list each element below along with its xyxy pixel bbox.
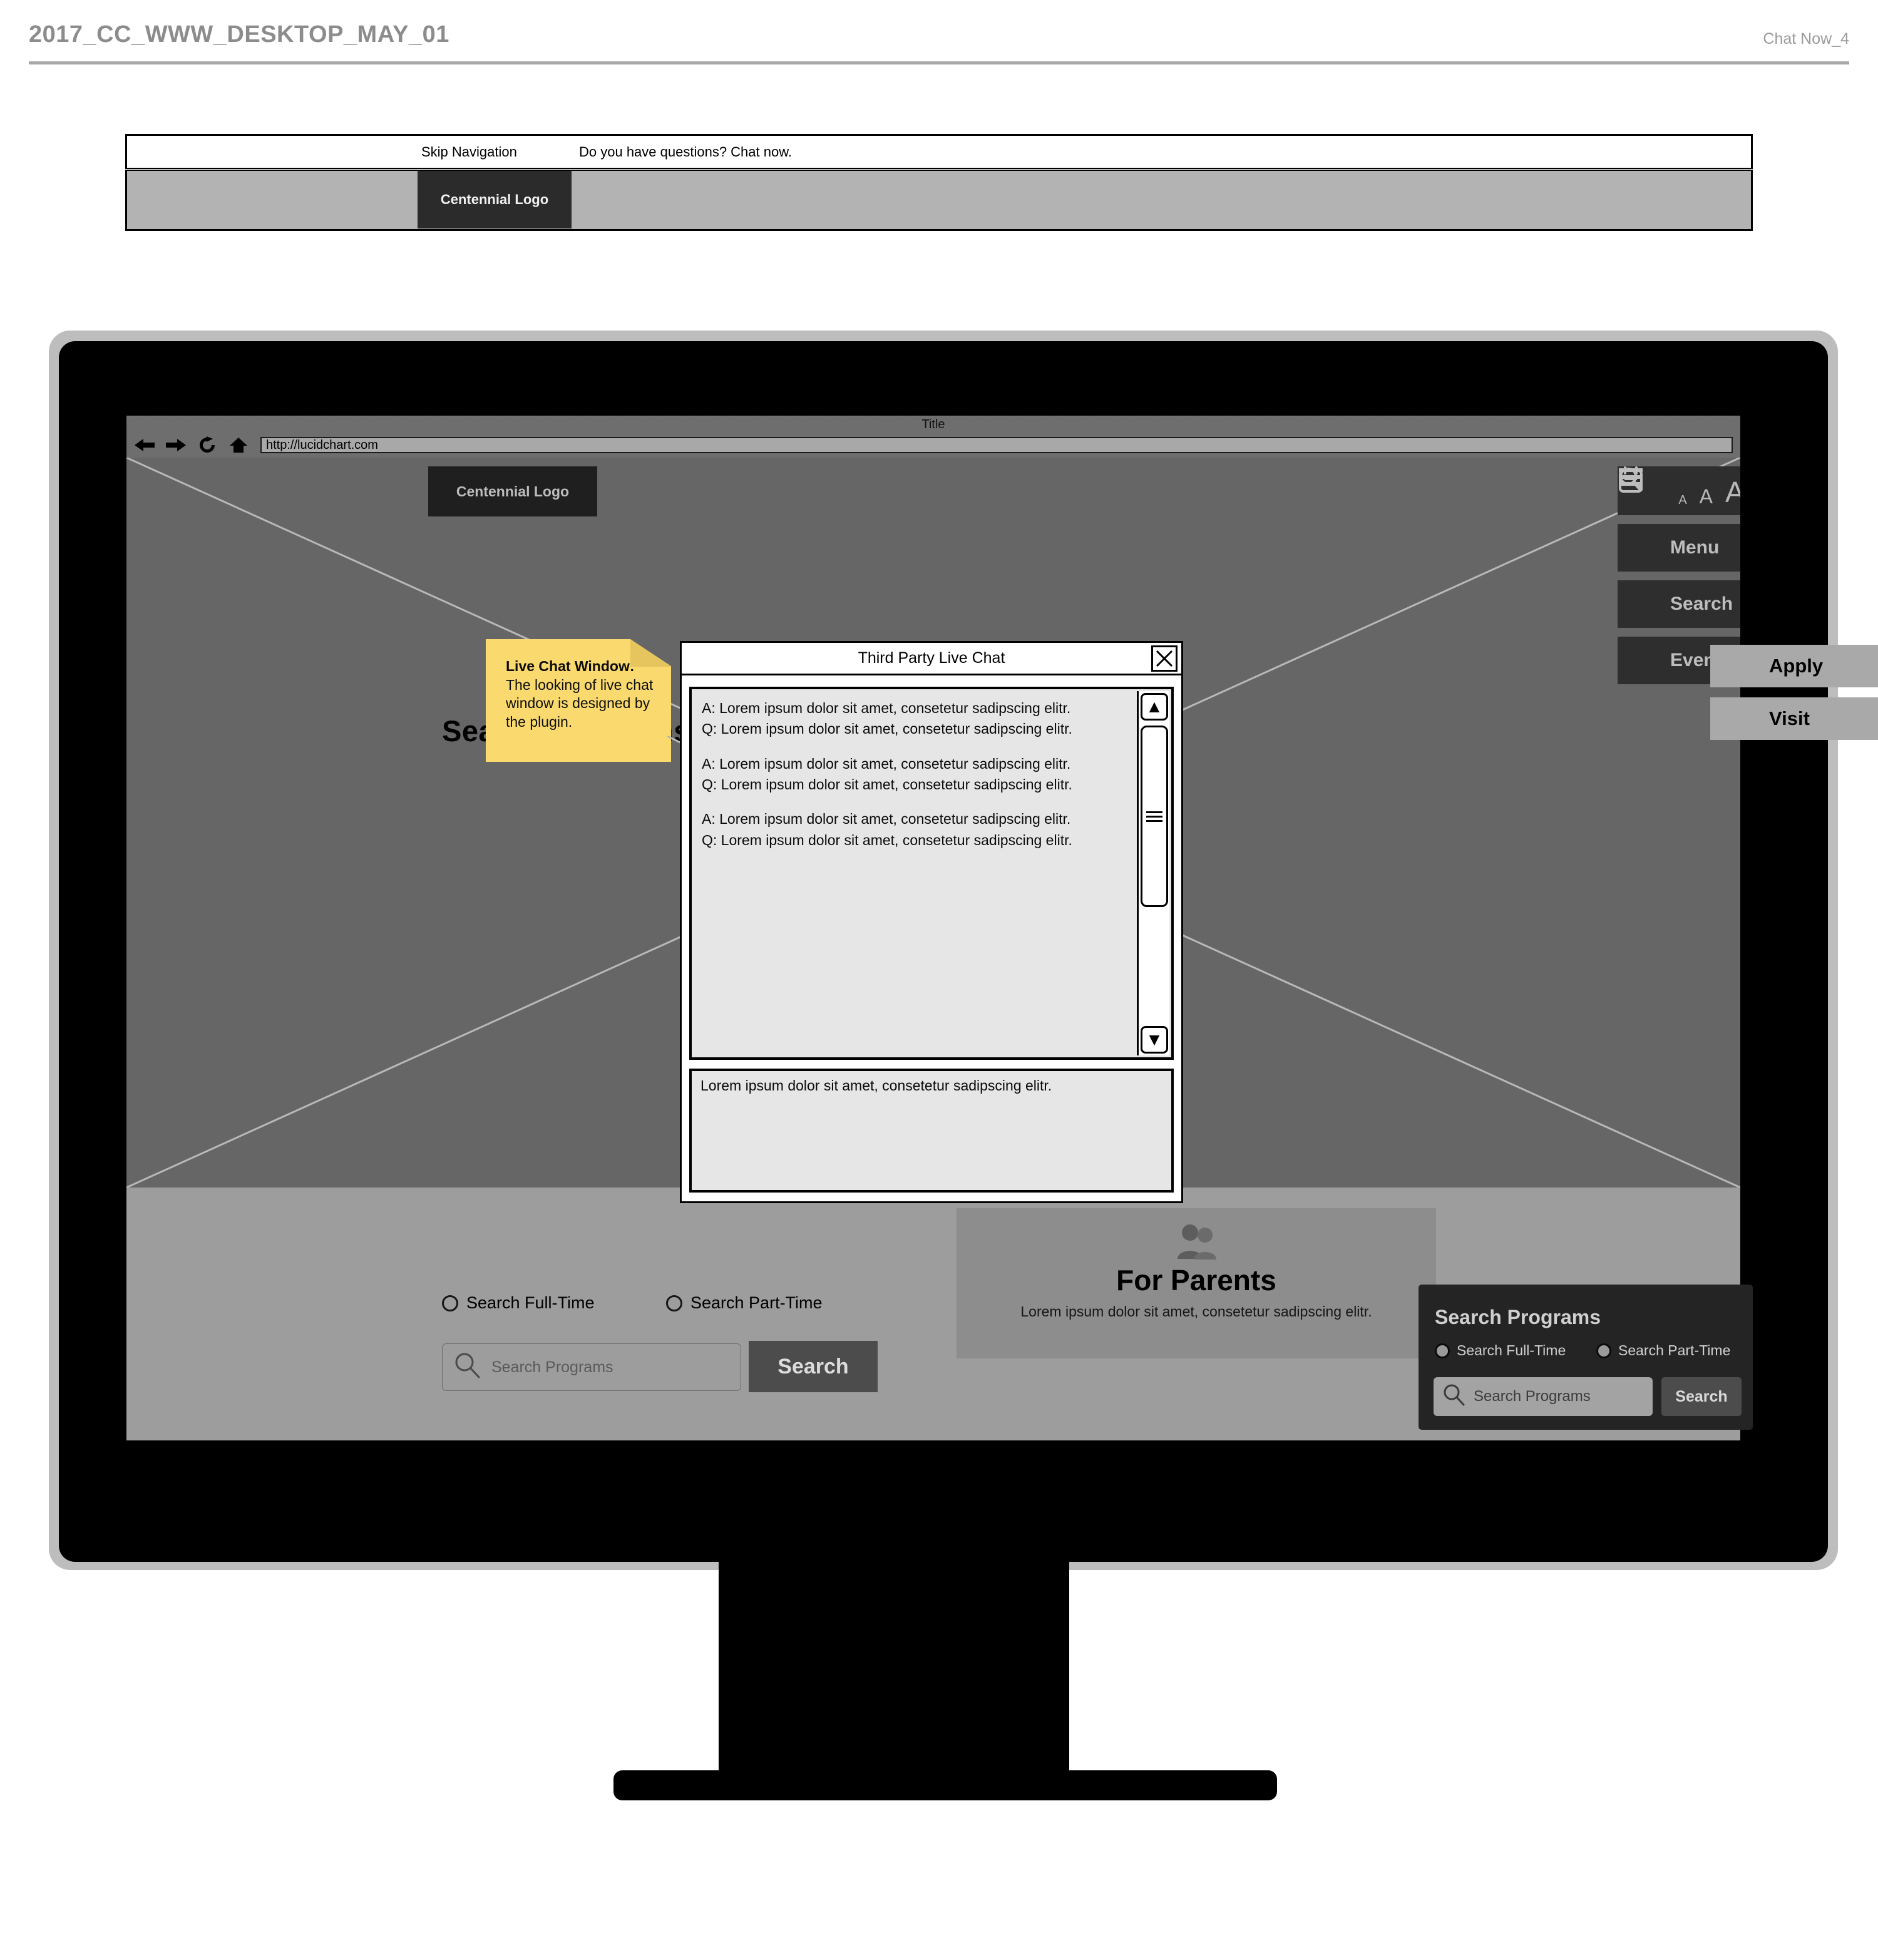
chat-dialog-title: Third Party Live Chat	[858, 649, 1005, 667]
people-icon	[957, 1223, 1436, 1261]
chat-message-question: Q: Lorem ipsum dolor sit amet, consetetu…	[702, 776, 1072, 793]
font-size-medium-button[interactable]: A	[1700, 486, 1713, 506]
document-revision-label: Chat Now_4	[1763, 30, 1849, 48]
scrollbar-thumb[interactable]	[1141, 726, 1168, 907]
page-title: 2017_CC_WWW_DESKTOP_MAY_01	[29, 21, 449, 48]
radio-label: Search Part-Time	[690, 1293, 823, 1312]
scroll-up-icon[interactable]: ▲	[1141, 693, 1168, 721]
rail-item-search[interactable]: Search	[1618, 468, 1740, 628]
dark-panel-heading: Search Programs	[1435, 1306, 1601, 1328]
radio-label: Search Full-Time	[1457, 1342, 1566, 1358]
home-icon[interactable]	[224, 435, 253, 455]
dark-search-input[interactable]: Search Programs	[1434, 1377, 1653, 1416]
chat-message-group: A: Lorem ipsum dolor sit amet, consetetu…	[702, 754, 1130, 796]
rail-item-label: Menu	[1670, 537, 1720, 558]
top-nav-wireframe: Skip Navigation Do you have questions? C…	[125, 134, 1753, 231]
radio-search-full-time[interactable]: Search Full-Time	[442, 1293, 595, 1313]
chat-message-answer: A: Lorem ipsum dolor sit amet, consetetu…	[702, 700, 1071, 716]
chat-titlebar: Third Party Live Chat	[682, 643, 1181, 675]
document-header: 2017_CC_WWW_DESKTOP_MAY_01 Chat Now_4	[0, 0, 1878, 64]
font-size-large-button[interactable]: A	[1725, 478, 1740, 506]
cta-button-group: Apply Visit	[1710, 645, 1878, 750]
header-divider	[29, 61, 1849, 64]
chat-messages: A: Lorem ipsum dolor sit amet, consetetu…	[702, 698, 1130, 865]
browser-title: Title	[921, 417, 945, 431]
radio-label: Search Full-Time	[466, 1293, 595, 1312]
chat-message-answer: A: Lorem ipsum dolor sit amet, consetetu…	[702, 755, 1071, 772]
scrollbar-grip-icon	[1146, 809, 1162, 824]
chat-message-question: Q: Lorem ipsum dolor sit amet, consetetu…	[702, 721, 1072, 737]
radio-dot	[442, 1295, 458, 1311]
for-parents-subtitle: Lorem ipsum dolor sit amet, consetetur s…	[1020, 1303, 1372, 1320]
search-icon	[1442, 1383, 1466, 1410]
reload-icon[interactable]	[193, 435, 222, 455]
for-parents-title: For Parents	[1116, 1264, 1276, 1296]
dark-radio-part-time[interactable]: Search Part-Time	[1596, 1342, 1730, 1359]
chat-scrollbar[interactable]: ▲ ▼	[1137, 691, 1169, 1055]
monitor-stand-base	[613, 1770, 1277, 1800]
chat-input-field[interactable]: Lorem ipsum dolor sit amet, consetetur s…	[689, 1069, 1174, 1193]
site-logo[interactable]: Centennial Logo	[428, 466, 597, 516]
radio-dot	[1435, 1343, 1450, 1358]
visit-button[interactable]: Visit	[1710, 697, 1878, 740]
monitor-stand-neck	[719, 1559, 1069, 1787]
centennial-logo[interactable]: Centennial Logo	[418, 171, 572, 228]
forward-arrow-icon[interactable]	[162, 435, 190, 455]
rail-item-label: Search	[1670, 593, 1733, 614]
radio-search-part-time[interactable]: Search Part-Time	[666, 1293, 823, 1313]
dark-search-button[interactable]: Search	[1661, 1377, 1742, 1416]
skip-navigation-link[interactable]: Skip Navigation	[421, 144, 517, 160]
font-size-small-button[interactable]: A	[1678, 494, 1686, 506]
radio-dot	[666, 1295, 682, 1311]
chat-message-group: A: Lorem ipsum dolor sit amet, consetetu…	[702, 698, 1130, 740]
radio-dot	[1596, 1343, 1611, 1358]
search-icon	[454, 1352, 481, 1383]
brand-bar: Centennial Logo	[125, 170, 1753, 231]
dark-search-placeholder: Search Programs	[1474, 1388, 1591, 1405]
utility-bar: Skip Navigation Do you have questions? C…	[125, 134, 1753, 169]
chat-message-log[interactable]: A: Lorem ipsum dolor sit amet, consetetu…	[689, 687, 1174, 1060]
browser-titlebar: Title	[126, 416, 1740, 433]
apply-button[interactable]: Apply	[1710, 645, 1878, 687]
for-parents-card[interactable]: For Parents Lorem ipsum dolor sit amet, …	[957, 1208, 1436, 1358]
close-icon[interactable]	[1151, 645, 1178, 672]
scroll-down-icon[interactable]: ▼	[1141, 1026, 1168, 1054]
search-input-placeholder: Search Programs	[491, 1358, 613, 1376]
live-chat-dialog: Third Party Live Chat A: Lorem ipsum dol…	[680, 641, 1183, 1203]
rail-item-menu[interactable]: Menu	[1618, 468, 1740, 572]
back-arrow-icon[interactable]	[130, 435, 159, 455]
sticky-note-body: The looking of live chat window is desig…	[506, 677, 654, 730]
search-button[interactable]: Search	[749, 1341, 878, 1392]
chat-message-question: Q: Lorem ipsum dolor sit amet, consetetu…	[702, 831, 1072, 848]
search-programs-input[interactable]: Search Programs	[442, 1343, 741, 1391]
radio-label: Search Part-Time	[1618, 1342, 1731, 1358]
chat-prompt-link[interactable]: Do you have questions? Chat now.	[579, 144, 792, 160]
dark-radio-full-time[interactable]: Search Full-Time	[1435, 1342, 1566, 1359]
url-input[interactable]: http://lucidchart.com	[260, 437, 1733, 453]
chat-message-group: A: Lorem ipsum dolor sit amet, consetetu…	[702, 809, 1130, 851]
chat-message-answer: A: Lorem ipsum dolor sit amet, consetetu…	[702, 811, 1071, 828]
browser-toolbar: http://lucidchart.com	[126, 433, 1740, 458]
